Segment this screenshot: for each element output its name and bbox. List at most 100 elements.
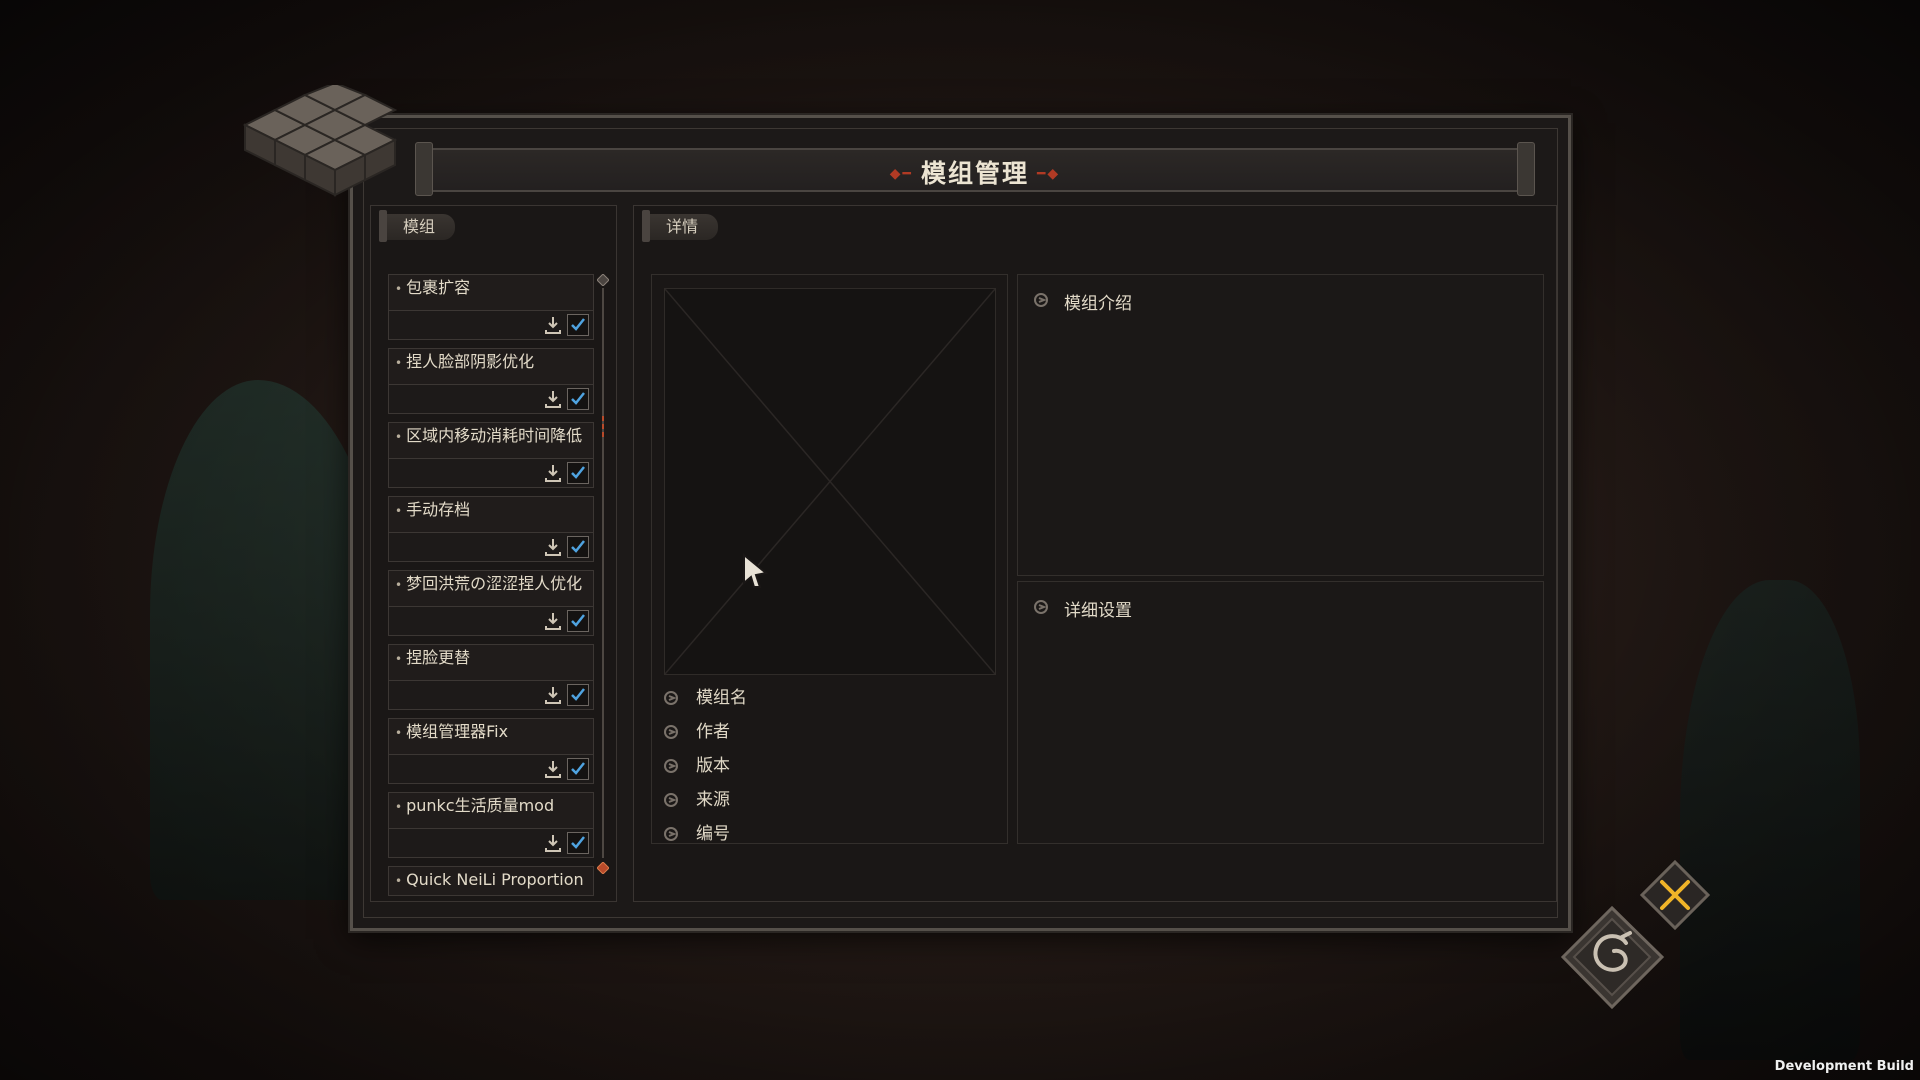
mod-item-name: 包裹扩容 [406, 278, 471, 297]
description-heading: 模组介绍 [1034, 289, 1132, 314]
mod-list-tab: 模组 [378, 210, 456, 242]
description-heading-label: 模组介绍 [1064, 294, 1132, 314]
download-icon[interactable] [543, 833, 563, 853]
mod-item-name: 梦回洪荒の涩涩捏人优化 [406, 574, 583, 593]
mod-item-name: 模组管理器Fix [406, 722, 509, 741]
mod-list-scrollbar[interactable] [597, 274, 609, 874]
settings-heading: 详细设置 [1034, 596, 1132, 621]
enable-checkbox[interactable] [567, 314, 589, 336]
field-mod-name-label: 模组名 [696, 688, 747, 708]
mod-item-name-wrap: • 手动存档 [395, 500, 471, 519]
title-ornament-left-icon: ◆━ [889, 166, 913, 182]
mod-item-name: 捏人脸部阴影优化 [406, 352, 535, 371]
brush-marker-icon [664, 793, 678, 807]
mod-item[interactable]: • Quick NeiLi Proportion [388, 866, 594, 896]
scroll-down-arrow-icon[interactable] [597, 862, 609, 874]
build-label: Development Build [1774, 1059, 1914, 1074]
enable-checkbox[interactable] [567, 462, 589, 484]
mod-item-name-wrap: • punkc生活质量mod [395, 796, 555, 815]
details-panel: 详情 模组名 作者 版本 来源 编号 模组介绍 详细设置 [633, 205, 1557, 902]
settings-heading-label: 详细设置 [1064, 601, 1132, 621]
mod-item-name: 捏脸更替 [406, 648, 471, 667]
mod-info-fields: 模组名 作者 版本 来源 编号 [654, 681, 747, 851]
scroll-track[interactable] [602, 288, 604, 858]
mod-item-name-wrap: • 捏人脸部阴影优化 [395, 352, 535, 371]
mod-item-actions [389, 458, 593, 487]
field-id: 编号 [654, 817, 747, 851]
enable-checkbox[interactable] [567, 758, 589, 780]
dragon-emblem-button[interactable] [1560, 905, 1665, 1010]
mod-item-actions [389, 310, 593, 339]
enable-checkbox[interactable] [567, 388, 589, 410]
checkmark-icon [571, 762, 585, 775]
mod-item-name-wrap: • 区域内移动消耗时间降低 [395, 426, 583, 445]
enable-checkbox[interactable] [567, 536, 589, 558]
field-source-label: 来源 [696, 790, 730, 810]
mod-item-actions [389, 532, 593, 561]
mod-item[interactable]: • punkc生活质量mod [388, 792, 594, 858]
download-icon[interactable] [543, 463, 563, 483]
mod-settings-box: 详细设置 [1017, 581, 1544, 844]
field-author: 作者 [654, 715, 747, 749]
brush-marker-icon [664, 827, 678, 841]
window-title-wrap: ◆━ 模组管理 ━◆ [425, 154, 1525, 190]
mod-item-name-wrap: • 包裹扩容 [395, 278, 471, 297]
download-icon[interactable] [543, 315, 563, 335]
mouse-cursor-icon [743, 553, 769, 588]
mod-item[interactable]: • 手动存档 [388, 496, 594, 562]
mod-item-actions [389, 606, 593, 635]
mod-item[interactable]: • 区域内移动消耗时间降低 [388, 422, 594, 488]
download-icon[interactable] [543, 537, 563, 557]
checkmark-icon [571, 392, 585, 405]
scroll-thumb[interactable] [599, 414, 607, 440]
mod-item-name: Quick NeiLi Proportion [406, 870, 584, 889]
checkmark-icon [571, 540, 585, 553]
enable-checkbox[interactable] [567, 832, 589, 854]
mod-item[interactable]: • 模组管理器Fix [388, 718, 594, 784]
download-icon[interactable] [543, 759, 563, 779]
mod-description-box: 模组介绍 [1017, 274, 1544, 576]
mod-item[interactable]: • 梦回洪荒の涩涩捏人优化 [388, 570, 594, 636]
mod-item[interactable]: • 包裹扩容 [388, 274, 594, 340]
title-bar: ◆━ 模组管理 ━◆ [415, 142, 1535, 196]
mod-item-actions [389, 384, 593, 413]
mod-item-name-wrap: • Quick NeiLi Proportion [395, 870, 584, 889]
details-tab: 详情 [641, 210, 719, 242]
title-ornament-right-icon: ━◆ [1037, 166, 1061, 182]
background-mountain-right [1680, 580, 1860, 1060]
mod-item-actions [389, 680, 593, 709]
mod-item-name: 区域内移动消耗时间降低 [406, 426, 583, 445]
field-mod-name: 模组名 [654, 681, 747, 715]
scroll-up-arrow-icon[interactable] [597, 274, 609, 286]
cube-ornament-icon [242, 85, 398, 197]
field-source: 来源 [654, 783, 747, 817]
enable-checkbox[interactable] [567, 610, 589, 632]
mod-item-name: 手动存档 [406, 500, 471, 519]
mod-list[interactable]: • 包裹扩容 • 捏人脸部阴影优化 • 区域内移动消耗时间降低 • 手动存档 •… [388, 274, 594, 904]
checkmark-icon [571, 614, 585, 627]
field-version: 版本 [654, 749, 747, 783]
brush-marker-icon [1034, 600, 1048, 614]
mod-item[interactable]: • 捏人脸部阴影优化 [388, 348, 594, 414]
checkmark-icon [571, 836, 585, 849]
mod-item[interactable]: • 捏脸更替 [388, 644, 594, 710]
brush-marker-icon [664, 759, 678, 773]
mod-preview-image [664, 288, 996, 675]
mod-item-name: punkc生活质量mod [406, 796, 555, 815]
field-author-label: 作者 [696, 722, 730, 742]
brush-marker-icon [664, 691, 678, 705]
mod-item-name-wrap: • 捏脸更替 [395, 648, 471, 667]
checkmark-icon [571, 466, 585, 479]
mod-item-name-wrap: • 模组管理器Fix [395, 722, 509, 741]
checkmark-icon [571, 318, 585, 331]
enable-checkbox[interactable] [567, 684, 589, 706]
download-icon[interactable] [543, 685, 563, 705]
mod-item-actions [389, 754, 593, 783]
mod-list-panel: 模组 • 包裹扩容 • 捏人脸部阴影优化 • 区域内移动消耗时间降低 • 手动存档 [370, 205, 617, 902]
checkmark-icon [571, 688, 585, 701]
mod-item-name-wrap: • 梦回洪荒の涩涩捏人优化 [395, 574, 583, 593]
brush-marker-icon [664, 725, 678, 739]
download-icon[interactable] [543, 389, 563, 409]
download-icon[interactable] [543, 611, 563, 631]
window-title: 模组管理 [920, 159, 1029, 188]
